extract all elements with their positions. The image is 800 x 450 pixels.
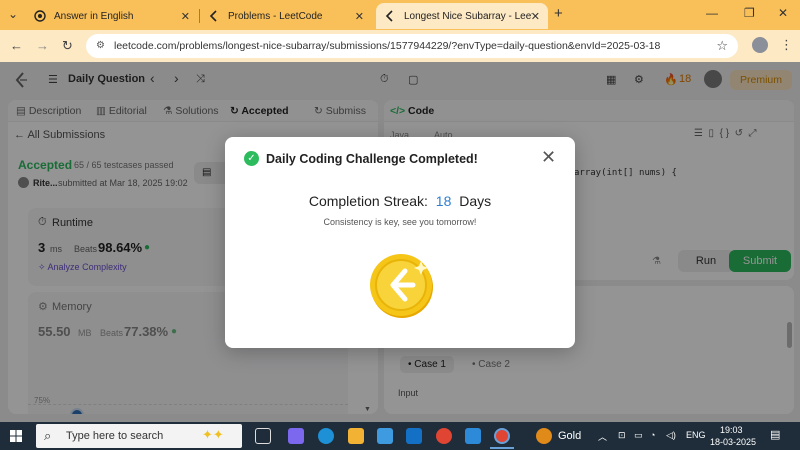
search-placeholder: Type here to search	[66, 430, 164, 442]
notifications-icon[interactable]: ▤	[770, 428, 780, 441]
taskbar-search-input[interactable]: ⌕ Type here to search ✦✦	[36, 424, 242, 448]
leetcode-coin-icon	[370, 254, 433, 318]
close-tab-icon[interactable]: ✕	[531, 10, 540, 23]
task-view-icon[interactable]	[255, 428, 271, 444]
vscode-icon[interactable]	[465, 428, 481, 444]
minimize-icon[interactable]: —	[706, 6, 718, 20]
chrome-icon[interactable]	[436, 428, 452, 444]
browser-tab-bar: ⌄ Answer in English ✕ Problems - LeetCod…	[0, 0, 800, 30]
battery-icon[interactable]: ▭	[634, 430, 643, 441]
daily-challenge-modal: ✓ Daily Coding Challenge Completed! ✕ Co…	[225, 137, 575, 348]
file-explorer-icon[interactable]	[348, 428, 364, 444]
streak-unit: Days	[459, 193, 492, 209]
tab-title: Answer in English	[54, 10, 134, 22]
streak-value: 18	[435, 193, 452, 209]
tray-chevron-icon[interactable]: ︿	[598, 430, 607, 443]
browser-menu-icon[interactable]: ⋮	[780, 37, 793, 53]
volume-icon[interactable]: ◁)	[666, 430, 676, 441]
streak-label: Completion Streak:	[308, 193, 428, 209]
modal-title: Daily Coding Challenge Completed!	[266, 152, 478, 166]
new-tab-icon[interactable]: +	[554, 5, 563, 22]
copilot-icon[interactable]	[288, 428, 304, 444]
windows-taskbar: ⌕ Type here to search ✦✦ Gold ︿ ⊡ ▭ ◔ ◁)…	[0, 422, 800, 450]
leetcode-icon	[208, 10, 220, 22]
url-text: leetcode.com/problems/longest-nice-subar…	[114, 40, 661, 52]
leetcode-icon	[384, 10, 396, 22]
battery-saver-icon[interactable]: ⊡	[618, 430, 626, 441]
url-input[interactable]: ⚙ leetcode.com/problems/longest-nice-sub…	[86, 34, 738, 58]
restore-icon[interactable]: ❐	[744, 6, 755, 20]
reload-icon[interactable]: ↻	[62, 38, 73, 54]
site-info-icon[interactable]: ⚙	[96, 40, 105, 51]
modal-subtitle: Consistency is key, see you tomorrow!	[323, 217, 477, 227]
browser-tab-problems[interactable]: Problems - LeetCode ✕	[200, 3, 372, 29]
search-highlight-icon: ✦✦	[202, 427, 224, 442]
close-window-icon[interactable]: ✕	[778, 6, 788, 20]
clock-time[interactable]: 19:03	[720, 425, 743, 435]
tab-title: Problems - LeetCode	[228, 10, 323, 22]
search-icon: ⌕	[44, 428, 52, 443]
network-icon[interactable]: ◔	[650, 430, 655, 440]
tab-title: Longest Nice Subarray - LeetCo	[404, 10, 532, 22]
chrome-active-icon[interactable]	[494, 428, 510, 444]
clock-date[interactable]: 18-03-2025	[710, 437, 756, 447]
back-icon[interactable]: ←	[10, 38, 23, 53]
bookmark-star-icon[interactable]: ☆	[716, 38, 728, 54]
outlook-icon[interactable]	[406, 428, 422, 444]
chatgpt-icon	[34, 10, 46, 22]
close-icon[interactable]: ✕	[541, 148, 556, 166]
completion-streak: Completion Streak: 18 Days	[225, 193, 575, 209]
close-tab-icon[interactable]: ✕	[181, 10, 190, 23]
address-bar-row: ← → ↻ ⚙ leetcode.com/problems/longest-ni…	[0, 30, 800, 62]
active-app-indicator	[490, 447, 514, 449]
tab-search-chevron-icon[interactable]: ⌄	[8, 7, 18, 21]
profile-avatar[interactable]	[752, 37, 768, 53]
close-tab-icon[interactable]: ✕	[355, 10, 364, 23]
weather-icon[interactable]	[536, 428, 552, 444]
edge-icon[interactable]	[318, 428, 334, 444]
language-indicator[interactable]: ENG	[686, 430, 706, 440]
browser-tab-longest-nice-subarray[interactable]: Longest Nice Subarray - LeetCo ✕	[376, 3, 548, 29]
forward-icon[interactable]: →	[36, 38, 49, 53]
windows-start-icon[interactable]	[10, 430, 22, 442]
store-icon[interactable]	[377, 428, 393, 444]
browser-tab-answer[interactable]: Answer in English ✕	[26, 3, 198, 29]
check-circle-icon: ✓	[244, 151, 259, 166]
weather-label[interactable]: Gold	[558, 430, 581, 442]
